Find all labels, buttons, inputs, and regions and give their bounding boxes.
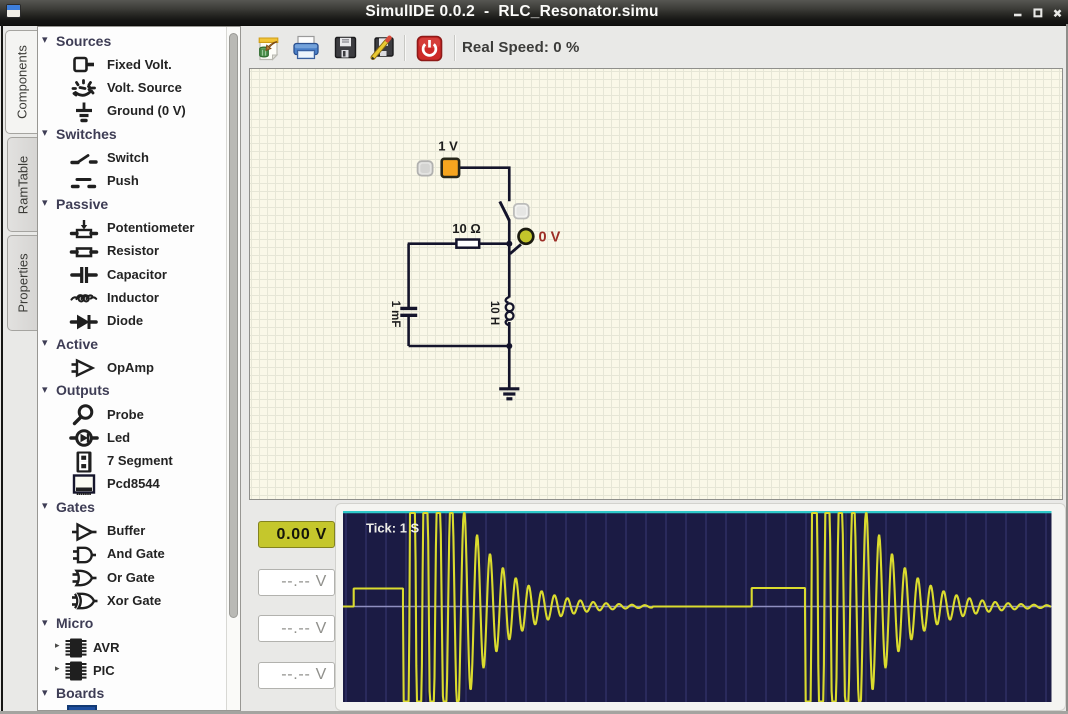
- svg-text:1 V: 1 V: [438, 139, 458, 154]
- svg-text:10 Ω: 10 Ω: [452, 221, 481, 236]
- svg-text:Tick: 1 S: Tick: 1 S: [366, 520, 420, 535]
- svg-text:10 H: 10 H: [488, 301, 500, 325]
- svg-text:0 V: 0 V: [539, 230, 561, 246]
- svg-text:1 mF: 1 mF: [389, 301, 401, 328]
